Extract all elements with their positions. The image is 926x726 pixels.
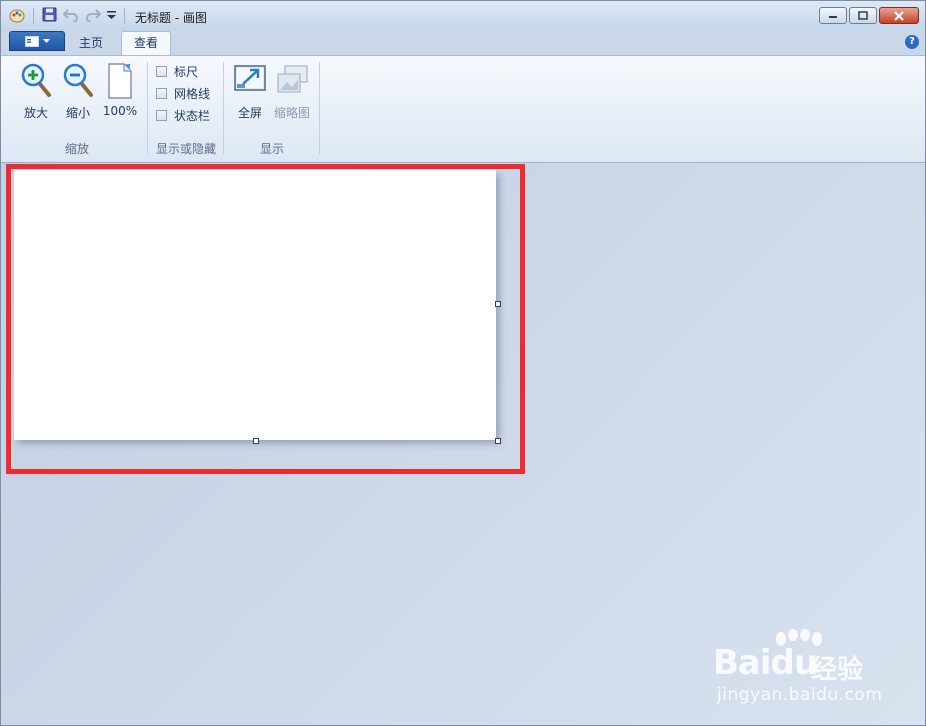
window-controls — [819, 7, 919, 24]
paint-menu-icon — [24, 35, 39, 47]
help-icon[interactable]: ? — [905, 35, 919, 49]
gridlines-checkbox-box[interactable] — [156, 87, 167, 99]
zoom-in-button[interactable]: 放大 — [17, 62, 55, 120]
title-bar: 无标题 - 画图 — [1, 1, 925, 31]
group-zoom-title: 缩放 — [64, 142, 89, 156]
maximize-button[interactable] — [849, 7, 877, 24]
zoom-in-icon — [21, 63, 51, 97]
minimize-button[interactable] — [819, 7, 847, 24]
chevron-down-icon — [42, 38, 50, 43]
zoom-out-icon — [63, 63, 93, 97]
thumbnail-button[interactable]: 缩略图 — [273, 62, 311, 120]
group-separator — [147, 62, 148, 154]
save-icon[interactable] — [42, 7, 57, 25]
window-title: 无标题 - 画图 — [135, 11, 207, 25]
actual-size-label: 100% — [102, 104, 138, 118]
redo-icon[interactable] — [85, 7, 102, 25]
ribbon-tab-row: 主页 查看 ? — [1, 31, 925, 56]
group-show-hide: 标尺 网格线 状态栏 显示或隐藏 — [149, 56, 223, 160]
group-display-title: 显示 — [259, 142, 284, 156]
zoom-out-button[interactable]: 缩小 — [59, 62, 97, 120]
statusbar-checkbox[interactable]: 状态栏 — [156, 106, 210, 124]
qat-separator — [33, 8, 34, 24]
group-separator — [223, 62, 224, 154]
maximize-icon — [858, 11, 868, 20]
paint-menu-button[interactable] — [9, 31, 65, 51]
group-separator — [319, 62, 320, 154]
qat-separator — [124, 8, 125, 24]
group-zoom: 放大 缩小 100% 缩放 — [9, 56, 145, 160]
baidu-jingyan-watermark: Baidu 经验 jingyan.baidu.com — [711, 629, 901, 709]
watermark-product: 经验 — [811, 655, 864, 685]
close-button[interactable] — [879, 7, 919, 24]
watermark-url: jingyan.baidu.com — [717, 685, 883, 705]
tab-view[interactable]: 查看 — [121, 31, 172, 56]
rulers-checkbox[interactable]: 标尺 — [156, 62, 198, 80]
group-display: 全屏 缩略图 显示 — [225, 56, 319, 160]
highlight-box — [6, 164, 525, 474]
fullscreen-icon — [234, 65, 266, 91]
paint-app-icon[interactable] — [9, 7, 25, 26]
paint-window: 无标题 - 画图 主页 查看 ? 放大 缩小 100% 缩放 标尺 网格线 状态… — [0, 0, 926, 726]
thumbnail-icon — [277, 65, 308, 93]
rulers-checkbox-box[interactable] — [156, 65, 167, 77]
rulers-label: 标尺 — [174, 64, 199, 79]
tab-home[interactable]: 主页 — [67, 33, 115, 55]
thumbnail-label: 缩略图 — [273, 106, 310, 120]
undo-icon[interactable] — [62, 7, 79, 25]
ribbon-view: 放大 缩小 100% 缩放 标尺 网格线 状态栏 显示或隐藏 全屏 缩略图 显示 — [1, 55, 925, 163]
gridlines-checkbox[interactable]: 网格线 — [156, 84, 210, 102]
watermark-brand: Baidu — [713, 643, 818, 683]
close-icon — [894, 10, 904, 21]
fullscreen-button[interactable]: 全屏 — [231, 62, 269, 120]
page-100-icon — [108, 63, 132, 99]
group-show-hide-title: 显示或隐藏 — [155, 142, 216, 156]
customize-qat-dropdown-icon[interactable] — [107, 9, 116, 23]
gridlines-label: 网格线 — [174, 86, 211, 101]
actual-size-button[interactable]: 100% — [101, 62, 139, 118]
statusbar-checkbox-box[interactable] — [156, 109, 167, 121]
minimize-icon — [829, 15, 837, 18]
statusbar-label: 状态栏 — [174, 108, 211, 123]
quick-access-toolbar — [9, 7, 127, 25]
